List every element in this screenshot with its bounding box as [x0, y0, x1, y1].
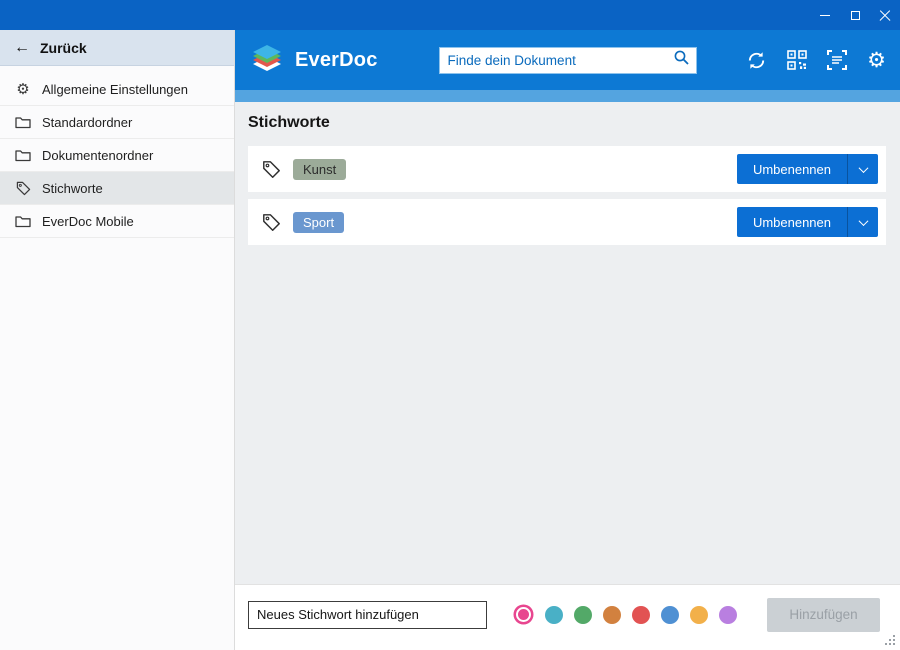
- settings-icon[interactable]: ⚙: [867, 50, 886, 71]
- color-swatch-pink[interactable]: [516, 607, 531, 622]
- minimize-button[interactable]: [810, 0, 840, 30]
- minimize-icon: [820, 15, 830, 16]
- color-swatch-blue[interactable]: [661, 606, 679, 624]
- app-window: ← Zurück ⚙ Allgemeine Einstellungen Stan…: [0, 0, 900, 650]
- everdoc-logo-icon: [249, 43, 285, 78]
- sidebar-item-dokumentenordner[interactable]: Dokumentenordner: [0, 139, 234, 172]
- sidebar-item-label: Allgemeine Einstellungen: [42, 82, 188, 97]
- sync-icon[interactable]: [745, 49, 768, 72]
- tag-icon: [262, 213, 281, 232]
- search-box: [439, 47, 697, 74]
- main-panel: EverDoc: [235, 30, 900, 650]
- header-toolbar: ⚙: [697, 49, 887, 72]
- chevron-down-icon: [858, 216, 868, 226]
- tag-badge: Kunst: [293, 159, 346, 180]
- tag-icon: [14, 181, 32, 196]
- tag-icon: [262, 160, 281, 179]
- new-tag-footer: Hinzufügen: [235, 584, 900, 650]
- window-controls: [810, 0, 900, 30]
- close-button[interactable]: [870, 0, 900, 30]
- color-swatch-teal[interactable]: [545, 606, 563, 624]
- search-icon[interactable]: [673, 49, 690, 71]
- sidebar-item-standardordner[interactable]: Standardordner: [0, 106, 234, 139]
- new-tag-input[interactable]: [248, 601, 487, 629]
- chevron-down-icon: [858, 163, 868, 173]
- header-accent-strip: [235, 90, 900, 102]
- gear-icon: ⚙: [14, 82, 32, 97]
- add-tag-button[interactable]: Hinzufügen: [767, 598, 880, 632]
- app-name: EverDoc: [295, 49, 378, 72]
- tag-badge: Sport: [293, 212, 344, 233]
- sidebar-item-allgemeine-einstellungen[interactable]: ⚙ Allgemeine Einstellungen: [0, 73, 234, 106]
- folder-icon: [14, 115, 32, 129]
- sidebar-item-label: Standardordner: [42, 115, 132, 130]
- sidebar-item-stichworte[interactable]: Stichworte: [0, 172, 234, 205]
- back-arrow-icon: ←: [14, 39, 30, 57]
- sidebar: ← Zurück ⚙ Allgemeine Einstellungen Stan…: [0, 30, 235, 650]
- scan-icon[interactable]: [826, 49, 848, 71]
- color-swatch-amber[interactable]: [690, 606, 708, 624]
- tag-row-sport: Sport Umbenennen: [248, 199, 886, 245]
- titlebar[interactable]: [0, 0, 900, 30]
- back-label: Zurück: [40, 40, 87, 56]
- sidebar-item-label: Dokumentenordner: [42, 148, 153, 163]
- rename-dropdown-toggle[interactable]: [848, 154, 878, 184]
- maximize-button[interactable]: [840, 0, 870, 30]
- sidebar-item-label: EverDoc Mobile: [42, 214, 134, 229]
- search-input[interactable]: [448, 53, 673, 68]
- color-swatch-red[interactable]: [632, 606, 650, 624]
- qr-code-icon[interactable]: [787, 50, 807, 70]
- rename-button-label: Umbenennen: [737, 162, 847, 177]
- color-swatch-green[interactable]: [574, 606, 592, 624]
- maximize-icon: [851, 11, 860, 20]
- folder-icon: [14, 214, 32, 228]
- close-icon: [879, 9, 891, 21]
- back-button[interactable]: ← Zurück: [0, 30, 234, 66]
- rename-dropdown-toggle[interactable]: [848, 207, 878, 237]
- rename-button[interactable]: Umbenennen: [737, 154, 878, 184]
- resize-grip[interactable]: [885, 635, 897, 647]
- folder-icon: [14, 148, 32, 162]
- tag-row-kunst: Kunst Umbenennen: [248, 146, 886, 192]
- color-swatches: [513, 606, 737, 624]
- content-area: Stichworte Kunst Umbenennen Sport: [235, 102, 900, 584]
- app-header: EverDoc: [235, 30, 900, 90]
- sidebar-menu: ⚙ Allgemeine Einstellungen Standardordne…: [0, 73, 234, 238]
- sidebar-item-everdoc-mobile[interactable]: EverDoc Mobile: [0, 205, 234, 238]
- sidebar-item-label: Stichworte: [42, 181, 103, 196]
- rename-button[interactable]: Umbenennen: [737, 207, 878, 237]
- rename-button-label: Umbenennen: [737, 215, 847, 230]
- color-swatch-orange[interactable]: [603, 606, 621, 624]
- brand: EverDoc: [249, 43, 439, 78]
- page-title: Stichworte: [248, 114, 886, 132]
- color-swatch-purple[interactable]: [719, 606, 737, 624]
